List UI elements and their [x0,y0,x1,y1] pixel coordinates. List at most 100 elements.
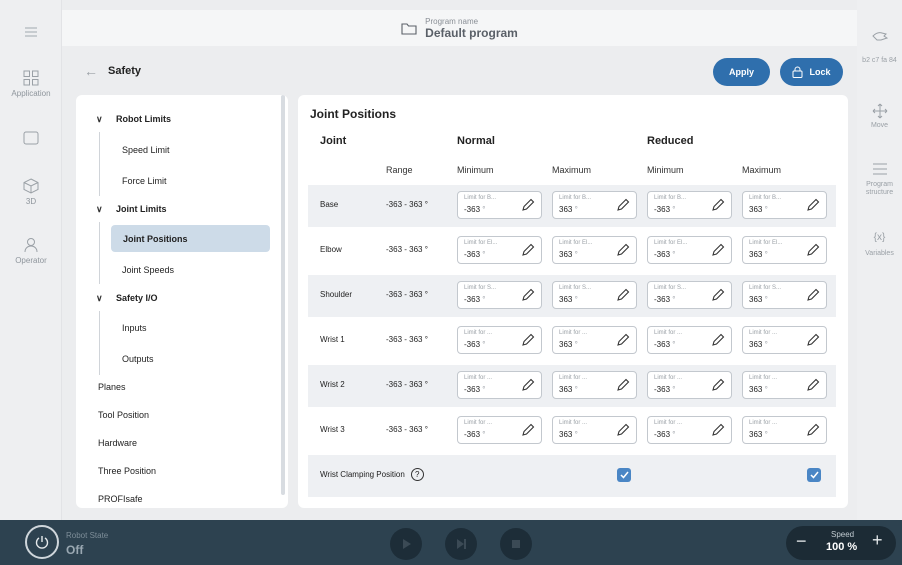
limit-normal-min-input[interactable]: Limit for S... -363 ° [457,281,542,309]
edit-button[interactable] [711,333,725,352]
edit-button[interactable] [806,288,820,307]
tree-speed-limit[interactable]: Speed Limit [122,139,170,161]
pencil-icon [712,243,725,256]
tree-safety-io[interactable]: ∨ Safety I/O [96,287,158,309]
edit-button[interactable] [616,198,630,217]
limit-value: 363 ° [559,385,578,394]
limit-reduced-max-input[interactable]: Limit for ... 363 ° [742,416,827,444]
joint-row: Wrist 2 -363 - 363 ° Limit for ... -363 ° Li… [308,365,836,407]
limit-normal-min-input[interactable]: Limit for ... -363 ° [457,326,542,354]
edit-button[interactable] [711,288,725,307]
limit-normal-max-input[interactable]: Limit for El... 363 ° [552,236,637,264]
edit-button[interactable] [806,333,820,352]
edit-button[interactable] [521,243,535,262]
limit-reduced-min-input[interactable]: Limit for ... -363 ° [647,326,732,354]
limit-value: 363 ° [749,430,768,439]
edit-button[interactable] [521,423,535,442]
program-name: Default program [425,25,518,40]
stop-button[interactable] [500,528,532,560]
tree-joint-speeds[interactable]: Joint Speeds [122,259,174,281]
joint-row: Elbow -363 - 363 ° Limit for El... -363 ° Li… [308,230,836,272]
pencil-icon [712,288,725,301]
nav-application[interactable]: Application [0,70,62,98]
tree-outputs[interactable]: Outputs [122,348,154,370]
edit-button[interactable] [806,378,820,397]
limit-reduced-max-input[interactable]: Limit for B... 363 ° [742,191,827,219]
limit-reduced-max-input[interactable]: Limit for S... 363 ° [742,281,827,309]
tree-three-position[interactable]: Three Position [98,460,156,482]
edit-button[interactable] [806,198,820,217]
tree-planes[interactable]: Planes [98,376,126,398]
limit-value: -363 ° [464,430,486,439]
freedrive-button[interactable] [857,30,902,42]
limit-reduced-min-input[interactable]: Limit for ... -363 ° [647,416,732,444]
limit-reduced-min-input[interactable]: Limit for S... -363 ° [647,281,732,309]
speed-decrease-button[interactable]: − [796,531,807,552]
joint-name: Wrist 1 [320,335,345,344]
nav-variables-label: Variables [865,250,894,257]
limit-normal-max-input[interactable]: Limit for S... 363 ° [552,281,637,309]
limit-normal-min-input[interactable]: Limit for ... -363 ° [457,371,542,399]
limit-normal-max-input[interactable]: Limit for ... 363 ° [552,371,637,399]
edit-button[interactable] [806,243,820,262]
edit-button[interactable] [711,243,725,262]
limit-reduced-max-input[interactable]: Limit for ... 363 ° [742,326,827,354]
limit-normal-min-input[interactable]: Limit for El... -363 ° [457,236,542,264]
tree-force-limit[interactable]: Force Limit [122,170,167,192]
tree-force-limit-label: Force Limit [122,176,167,186]
edit-button[interactable] [616,423,630,442]
limit-normal-max-input[interactable]: Limit for ... 363 ° [552,416,637,444]
apply-button[interactable]: Apply [713,58,770,86]
limit-reduced-min-input[interactable]: Limit for ... -363 ° [647,371,732,399]
tree-profisafe[interactable]: PROFIsafe [98,488,143,508]
limit-reduced-min-input[interactable]: Limit for B... -363 ° [647,191,732,219]
edit-button[interactable] [616,243,630,262]
lock-button[interactable]: Lock [780,58,843,86]
pencil-icon [807,198,820,211]
nav-operator[interactable]: Operator [0,237,62,265]
edit-button[interactable] [711,378,725,397]
clamping-normal-checkbox[interactable] [617,468,631,482]
edit-button[interactable] [711,423,725,442]
limit-normal-max-input[interactable]: Limit for ... 363 ° [552,326,637,354]
menu-button[interactable] [0,26,62,38]
edit-button[interactable] [521,198,535,217]
speed-increase-button[interactable]: + [872,530,883,551]
limit-normal-min-input[interactable]: Limit for B... -363 ° [457,191,542,219]
edit-button[interactable] [521,333,535,352]
edit-button[interactable] [616,333,630,352]
help-icon[interactable]: ? [410,468,424,481]
edit-button[interactable] [616,288,630,307]
nav-program-structure[interactable]: Program structure [857,163,902,196]
limit-reduced-min-input[interactable]: Limit for El... -363 ° [647,236,732,264]
back-arrow-icon[interactable]: ← [84,63,98,79]
step-button[interactable] [445,528,477,560]
nav-3d[interactable]: 3D [0,178,62,206]
edit-button[interactable] [521,378,535,397]
limit-normal-min-input[interactable]: Limit for ... -363 ° [457,416,542,444]
edit-button[interactable] [806,423,820,442]
tree-inputs[interactable]: Inputs [122,317,147,339]
limit-reduced-max-input[interactable]: Limit for ... 363 ° [742,371,827,399]
clamping-reduced-checkbox[interactable] [807,468,821,482]
tree-joint-positions[interactable]: Joint Positions [111,225,270,252]
limit-placeholder: Limit for ... [654,375,683,381]
edit-button[interactable] [711,198,725,217]
edit-button[interactable] [616,378,630,397]
tree-scrollbar[interactable] [281,95,285,495]
tree-joint-limits[interactable]: ∨ Joint Limits [96,198,167,220]
nav-program-structure-label: Program structure [865,181,894,196]
edit-button[interactable] [521,288,535,307]
nav-variables[interactable]: {x} Variables [857,232,902,258]
program-bar[interactable]: Program name Default program [62,10,857,46]
nav-panel[interactable] [0,131,62,145]
play-button[interactable] [390,528,422,560]
tree-robot-limits[interactable]: ∨ Robot Limits [96,108,171,130]
limit-normal-max-input[interactable]: Limit for B... 363 ° [552,191,637,219]
nav-move[interactable]: Move [857,103,902,130]
tree-hardware[interactable]: Hardware [98,432,137,454]
tree-tool-position[interactable]: Tool Position [98,404,149,426]
limit-reduced-max-input[interactable]: Limit for El... 363 ° [742,236,827,264]
pencil-icon [617,243,630,256]
power-button[interactable] [25,525,59,559]
